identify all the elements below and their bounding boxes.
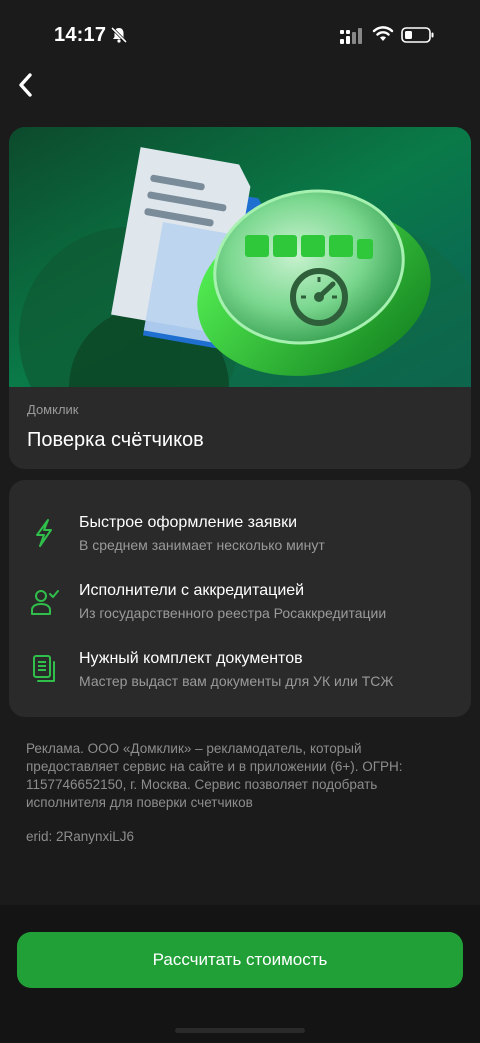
back-button[interactable] xyxy=(10,70,40,100)
feature-item: Нужный комплект документов Мастер выдаст… xyxy=(9,648,471,698)
feature-subtitle: Из государственного реестра Росаккредита… xyxy=(79,605,387,621)
wifi-icon xyxy=(372,26,394,41)
lightning-icon xyxy=(36,519,52,547)
bell-muted-icon xyxy=(110,26,128,44)
erid-label: erid: 2RanynxiLJ6 xyxy=(26,829,135,844)
hero-card: Домклик Поверка счётчиков xyxy=(9,127,471,469)
status-bar: 14:17 xyxy=(0,0,480,70)
hero-illustration xyxy=(9,127,471,387)
feature-title: Нужный комплект документов xyxy=(79,650,303,667)
page-title: Поверка счётчиков xyxy=(27,429,204,451)
features-card: Быстрое оформление заявки В среднем зани… xyxy=(9,480,471,717)
feature-item: Быстрое оформление заявки В среднем зани… xyxy=(9,512,471,562)
calculate-cost-button[interactable]: Рассчитать стоимость xyxy=(17,932,463,988)
feature-title: Исполнители с аккредитацией xyxy=(79,582,305,599)
brand-label: Домклик xyxy=(27,402,79,417)
home-indicator xyxy=(175,1028,305,1033)
user-check-icon xyxy=(31,590,59,615)
feature-subtitle: В среднем занимает несколько минут xyxy=(79,537,325,553)
feature-subtitle: Мастер выдаст вам документы для УК или Т… xyxy=(79,673,394,689)
documents-icon xyxy=(33,655,55,682)
feature-item: Исполнители с аккредитацией Из государст… xyxy=(9,580,471,630)
signal-icon xyxy=(340,28,362,44)
ad-disclaimer: Реклама. ООО «Домклик» – рекламодатель, … xyxy=(26,741,403,810)
battery-icon xyxy=(401,27,434,43)
status-time: 14:17 xyxy=(54,24,107,46)
chevron-left-icon xyxy=(19,73,32,97)
feature-title: Быстрое оформление заявки xyxy=(79,514,298,531)
